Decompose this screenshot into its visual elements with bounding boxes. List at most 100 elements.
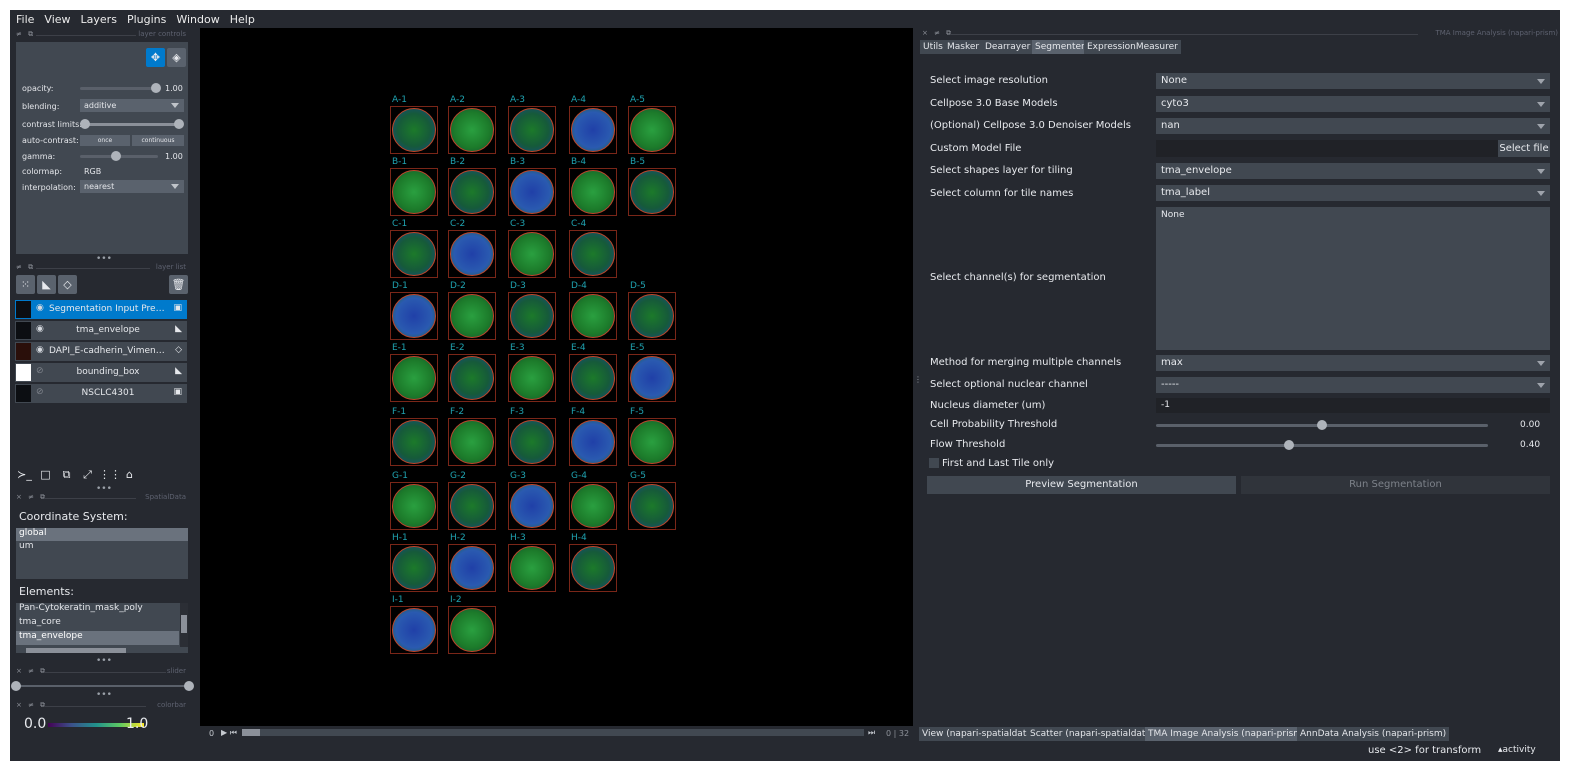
element-item[interactable]: Pan-Cytokeratin_mask_poly <box>16 603 188 617</box>
tma-core <box>450 108 494 152</box>
layer-row[interactable]: ◉ tma_envelope ◣ <box>15 321 187 340</box>
dock-close-icon[interactable]: × ≠ ⧉ <box>16 493 47 502</box>
channels-list[interactable]: None <box>1156 207 1550 350</box>
play-icon[interactable]: ▶ ⏮ <box>221 728 237 738</box>
eye-icon[interactable]: ◉ <box>36 303 44 313</box>
opacity-slider-handle[interactable] <box>151 83 161 93</box>
select-file-button[interactable]: Select file <box>1498 140 1550 157</box>
dock-close-icon[interactable]: × ≠ ⧉ <box>16 701 47 710</box>
eye-off-icon[interactable]: ⊘ <box>36 366 44 376</box>
blending-select[interactable]: additive <box>80 99 184 112</box>
splitter-handle[interactable]: ••• <box>96 656 112 666</box>
elements-hscrollbar[interactable] <box>26 648 126 653</box>
roll-dims-icon[interactable]: ⧉ <box>57 465 76 484</box>
new-shapes-layer-icon[interactable]: ◣ <box>37 275 56 294</box>
run-segmentation-button[interactable]: Run Segmentation <box>1241 476 1550 494</box>
channels-item[interactable]: None <box>1161 210 1184 220</box>
splitter-handle[interactable]: ••• <box>96 690 112 700</box>
eye-icon[interactable]: ◉ <box>36 345 44 355</box>
dims-slider[interactable] <box>242 729 864 736</box>
menu-help[interactable]: Help <box>224 10 259 26</box>
opacity-slider[interactable] <box>80 87 158 90</box>
coordinate-system-list[interactable]: global um <box>16 528 188 579</box>
resolution-select[interactable]: None <box>1156 73 1550 89</box>
tab-scatter-spatialdata[interactable]: Scatter (napari-spatialdata) <box>1027 727 1158 741</box>
tab-view-spatialdata[interactable]: View (napari-spatialdata) <box>919 727 1039 741</box>
dock-close-icon[interactable]: × ≠ ⧉ <box>922 29 953 38</box>
layer-row[interactable]: ◉ DAPI_E-cadherin_Vimentin... ◇ <box>15 342 187 361</box>
tma-core-label: I-2 <box>450 595 462 605</box>
element-item[interactable]: tma_core <box>16 617 188 631</box>
nucleus-diameter-input[interactable]: -1 <box>1156 398 1550 413</box>
menu-window[interactable]: Window <box>170 10 223 26</box>
elements-scrollbar[interactable] <box>180 603 188 647</box>
tab-utils[interactable]: Utils <box>920 40 946 54</box>
pan-zoom-icon[interactable]: ✥ <box>146 48 165 67</box>
chevron-down-icon <box>1537 191 1545 196</box>
new-labels-layer-icon[interactable]: ◇ <box>58 275 77 294</box>
console-icon[interactable]: ≻_ <box>15 465 34 484</box>
contrast-min-handle[interactable] <box>80 119 90 129</box>
transpose-icon[interactable]: ⤢ <box>78 465 97 484</box>
grid-icon[interactable]: ⋮⋮ <box>99 465 121 484</box>
viewer-canvas[interactable]: A-1 A-2 A-3 A-4 A-5 B-1 B-2 B-3 B-4 B-5 C-1 C-2 C-3 C… <box>200 28 913 726</box>
dock-float-icon[interactable]: ≠ ⧉ <box>16 30 35 39</box>
elements-list[interactable]: Pan-Cytokeratin_mask_poly tma_core tma_e… <box>16 603 188 653</box>
shapes-layer-select[interactable]: tma_envelope <box>1156 163 1550 179</box>
new-points-layer-icon[interactable]: ⁙ <box>16 275 35 294</box>
element-item[interactable]: tma_envelope <box>16 631 179 645</box>
nuclear-channel-select[interactable]: ----- <box>1156 377 1550 393</box>
tab-anndata-analysis[interactable]: AnnData Analysis (napari-prism) <box>1297 727 1450 741</box>
gamma-slider-handle[interactable] <box>111 151 121 161</box>
flow-threshold-slider-handle[interactable] <box>1284 440 1294 450</box>
range-slider-track[interactable] <box>16 685 188 687</box>
eye-icon[interactable]: ◉ <box>36 324 44 334</box>
tab-dearrayer[interactable]: Dearrayer <box>982 40 1034 54</box>
range-slider-min-handle[interactable] <box>11 681 21 691</box>
dock-float-icon[interactable]: ≠ ⧉ <box>16 263 35 272</box>
tab-masker[interactable]: Masker <box>944 40 983 54</box>
activity-button[interactable]: ▴activity <box>1498 745 1536 755</box>
ndisplay-icon[interactable]: □ <box>36 465 55 484</box>
nucleus-diameter-label: Nucleus diameter (um) <box>930 400 1046 411</box>
dock-splitter-handle[interactable]: ⋮ <box>914 375 922 384</box>
eye-off-icon[interactable]: ⊘ <box>36 387 44 397</box>
dims-slider-handle[interactable] <box>242 729 260 736</box>
layer-row[interactable]: ⊘ NSCLC4301 ▣ <box>15 384 187 403</box>
transform-icon[interactable]: ◈ <box>167 48 186 67</box>
image-icon: ▣ <box>173 387 182 397</box>
flow-threshold-slider[interactable] <box>1156 444 1488 447</box>
tma-core <box>510 108 554 152</box>
preview-segmentation-button[interactable]: Preview Segmentation <box>927 476 1236 494</box>
coord-item-global[interactable]: global <box>16 528 188 541</box>
coord-item-um[interactable]: um <box>16 541 188 554</box>
interpolation-select[interactable]: nearest <box>80 180 184 193</box>
tile-column-select[interactable]: tma_label <box>1156 185 1550 201</box>
tab-tma-image-analysis[interactable]: TMA Image Analysis (napari-prism) <box>1145 727 1309 741</box>
contrast-max-handle[interactable] <box>174 119 184 129</box>
first-last-checkbox[interactable] <box>929 458 939 468</box>
end-icon[interactable]: ⏭ <box>868 728 875 738</box>
base-models-select[interactable]: cyto3 <box>1156 96 1550 112</box>
contrast-limits-slider[interactable] <box>85 123 181 126</box>
cellprob-slider-handle[interactable] <box>1317 420 1327 430</box>
tma-core <box>450 170 494 214</box>
tab-segmenter[interactable]: Segmenter <box>1032 40 1088 54</box>
layer-row[interactable]: ⊘ bounding_box ◣ <box>15 363 187 382</box>
auto-contrast-continuous-button[interactable]: continuous <box>132 135 184 146</box>
menu-file[interactable]: File <box>10 10 38 26</box>
range-slider-max-handle[interactable] <box>184 681 194 691</box>
chevron-down-icon <box>1537 102 1545 107</box>
menu-layers[interactable]: Layers <box>75 10 121 26</box>
delete-layer-icon[interactable]: 🗑 <box>169 275 188 294</box>
custom-model-path-input[interactable] <box>1156 140 1498 157</box>
tab-expressionmeasurer[interactable]: ExpressionMeasurer <box>1084 40 1181 54</box>
layer-row[interactable]: ◉ Segmentation Input Preview ▣ <box>15 300 187 319</box>
dock-close-icon[interactable]: × ≠ ⧉ <box>16 667 47 676</box>
menu-plugins[interactable]: Plugins <box>121 10 170 26</box>
merge-method-select[interactable]: max <box>1156 355 1550 371</box>
denoiser-select[interactable]: nan <box>1156 118 1550 134</box>
home-icon[interactable]: ⌂ <box>120 465 139 484</box>
menu-view[interactable]: View <box>38 10 74 26</box>
auto-contrast-once-button[interactable]: once <box>80 135 130 146</box>
